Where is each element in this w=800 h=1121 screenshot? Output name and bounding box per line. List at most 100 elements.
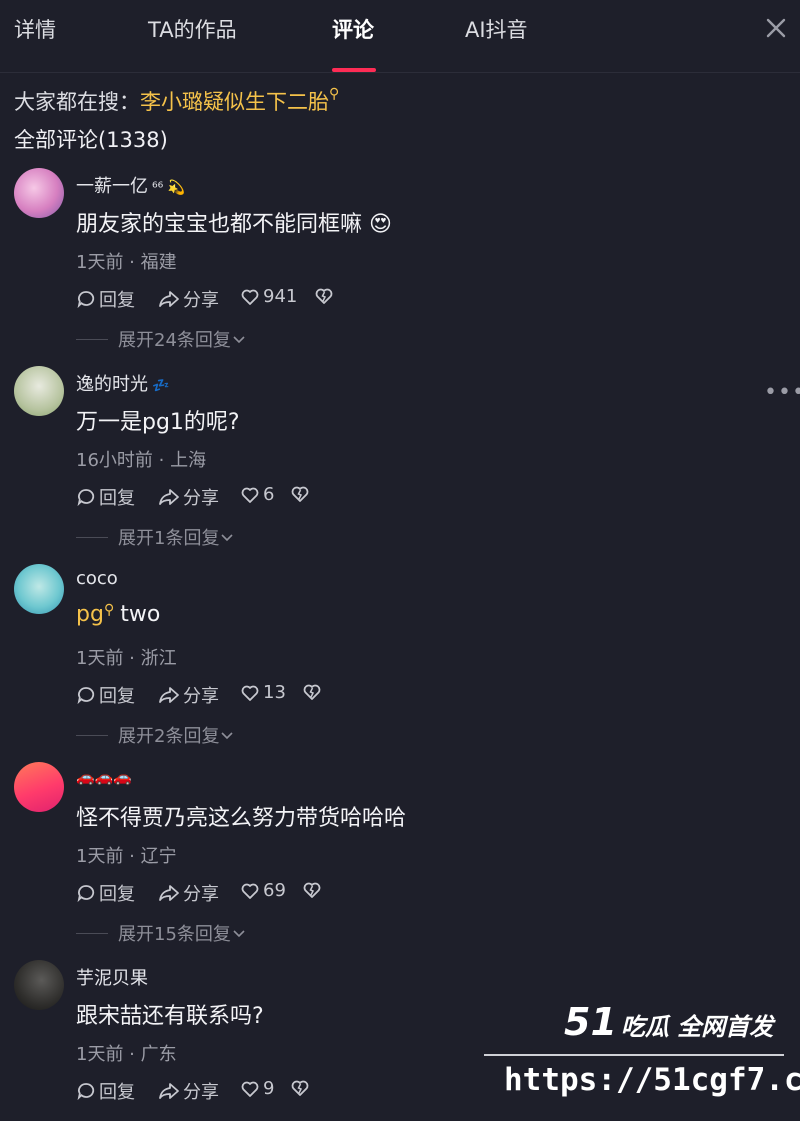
dislike-icon bbox=[303, 882, 321, 898]
expand-replies[interactable]: 展开1条回复 bbox=[76, 524, 235, 550]
chevron-down-icon bbox=[233, 930, 245, 938]
heart-icon bbox=[241, 883, 259, 899]
comment-meta: 1天前 · 辽宁 bbox=[76, 846, 177, 867]
like-count: 69 bbox=[263, 880, 286, 901]
username-badge: ⁶⁶ 💫 bbox=[152, 180, 186, 196]
close-icon[interactable] bbox=[762, 14, 790, 42]
like-count: 13 bbox=[263, 682, 286, 703]
username-badge: 💤 bbox=[152, 378, 170, 394]
reply-icon bbox=[77, 885, 95, 903]
share-icon bbox=[159, 885, 179, 901]
username[interactable]: 逸的时光 💤 bbox=[76, 370, 169, 396]
heart-icon bbox=[241, 1081, 259, 1097]
share-button[interactable]: 分享 bbox=[158, 286, 219, 312]
comment-text: 跟宋喆还有联系吗? bbox=[76, 1004, 264, 1029]
comment-text: 朋友家的宝宝也都不能同框嘛 😍 bbox=[76, 212, 392, 237]
username[interactable]: 一薪一亿 ⁶⁶ 💫 bbox=[76, 172, 185, 198]
share-icon bbox=[159, 1083, 179, 1099]
dislike-button[interactable] bbox=[314, 286, 334, 306]
comment-meta: 1天前 · 广东 bbox=[76, 1044, 177, 1065]
avatar[interactable] bbox=[14, 366, 64, 416]
more-icon[interactable]: ••• bbox=[764, 380, 800, 405]
comment-item: 逸的时光💤 ••• 万一是pg1的呢? 16小时前 · 上海 回复 分享 6 展… bbox=[0, 366, 800, 564]
expand-replies[interactable]: 展开24条回复 bbox=[76, 326, 247, 352]
search-suggestion-keyword[interactable]: 李小璐疑似生下二胎 bbox=[140, 90, 329, 114]
chevron-down-icon bbox=[221, 732, 234, 740]
divider bbox=[76, 932, 108, 934]
watermark-url: https://51cgf7.com bbox=[504, 1062, 800, 1098]
share-button[interactable]: 分享 bbox=[158, 682, 219, 708]
tab-bar: 详情 TA的作品 评论 AI抖音 bbox=[0, 0, 800, 73]
chevron-down-icon bbox=[221, 534, 234, 542]
like-button[interactable]: 13 bbox=[240, 682, 286, 703]
watermark-divider bbox=[484, 1054, 784, 1056]
comment-item: 一薪一亿 ⁶⁶ 💫 朋友家的宝宝也都不能同框嘛 😍 1天前 · 福建 回复 分享 … bbox=[0, 168, 800, 366]
comment-keyword-link[interactable]: pg bbox=[76, 602, 104, 627]
watermark: 51吃瓜 全网首发 https://51cgf7.com bbox=[484, 1000, 800, 1110]
search-icon: ⚲ bbox=[329, 86, 340, 102]
divider bbox=[76, 338, 108, 340]
dislike-icon bbox=[291, 486, 309, 502]
username[interactable]: coco bbox=[76, 568, 118, 589]
tab-details[interactable]: 详情 bbox=[14, 14, 56, 44]
reply-icon bbox=[77, 1083, 95, 1101]
divider bbox=[76, 536, 108, 538]
heart-icon bbox=[241, 487, 259, 503]
like-button[interactable]: 6 bbox=[240, 484, 274, 505]
avatar[interactable] bbox=[14, 564, 64, 614]
like-button[interactable]: 9 bbox=[240, 1078, 274, 1099]
heart-icon bbox=[241, 685, 259, 701]
search-suggestion-prefix: 大家都在搜： bbox=[14, 90, 140, 114]
share-icon bbox=[159, 687, 179, 703]
dislike-icon bbox=[315, 288, 333, 304]
comments-count: 全部评论(1338) bbox=[14, 128, 168, 152]
search-icon: ⚲ bbox=[103, 602, 115, 618]
search-suggestion: 大家都在搜：李小璐疑似生下二胎⚲ bbox=[14, 86, 339, 116]
watermark-logo: 51 吃瓜 全网首发 bbox=[564, 1000, 774, 1044]
reply-button[interactable]: 回复 bbox=[76, 286, 135, 312]
emoji-icon: 😍 bbox=[369, 212, 392, 237]
like-count: 9 bbox=[263, 1078, 275, 1099]
expand-replies[interactable]: 展开2条回复 bbox=[76, 722, 235, 748]
share-icon bbox=[159, 489, 179, 505]
comment-meta: 16小时前 · 上海 bbox=[76, 450, 207, 471]
heart-icon bbox=[241, 289, 259, 305]
like-button[interactable]: 69 bbox=[240, 880, 286, 901]
comment-meta: 1天前 · 福建 bbox=[76, 252, 177, 273]
share-button[interactable]: 分享 bbox=[158, 880, 219, 906]
dislike-button[interactable] bbox=[302, 682, 322, 702]
reply-button[interactable]: 回复 bbox=[76, 880, 135, 906]
share-icon bbox=[159, 291, 179, 307]
share-button[interactable]: 分享 bbox=[158, 484, 219, 510]
dislike-button[interactable] bbox=[290, 484, 310, 504]
avatar[interactable] bbox=[14, 960, 64, 1010]
reply-icon bbox=[77, 687, 95, 705]
avatar[interactable] bbox=[14, 762, 64, 812]
expand-replies[interactable]: 展开15条回复 bbox=[76, 920, 247, 946]
dislike-button[interactable] bbox=[302, 880, 322, 900]
divider bbox=[76, 734, 108, 736]
comment-text: 万一是pg1的呢? bbox=[76, 410, 240, 435]
like-count: 941 bbox=[263, 286, 298, 307]
share-button[interactable]: 分享 bbox=[158, 1078, 219, 1104]
comment-text: 怪不得贾乃亮这么努力带货哈哈哈 bbox=[76, 806, 407, 831]
comment-item: 🚗🚗🚗 怪不得贾乃亮这么努力带货哈哈哈 1天前 · 辽宁 回复 分享 69 展开… bbox=[0, 762, 800, 960]
reply-button[interactable]: 回复 bbox=[76, 682, 135, 708]
comment-text: pg⚲ two bbox=[76, 602, 161, 627]
reply-button[interactable]: 回复 bbox=[76, 1078, 135, 1104]
tab-comments[interactable]: 评论 bbox=[332, 14, 374, 44]
avatar[interactable] bbox=[14, 168, 64, 218]
username[interactable]: 芋泥贝果 bbox=[76, 964, 148, 990]
reply-button[interactable]: 回复 bbox=[76, 484, 135, 510]
dislike-button[interactable] bbox=[290, 1078, 310, 1098]
tab-ai-douyin[interactable]: AI抖音 bbox=[465, 14, 528, 44]
reply-icon bbox=[77, 291, 95, 309]
username[interactable]: 🚗🚗🚗 bbox=[76, 768, 132, 786]
comment-meta: 1天前 · 浙江 bbox=[76, 648, 177, 669]
chevron-down-icon bbox=[233, 336, 245, 344]
dislike-icon bbox=[291, 1080, 309, 1096]
like-count: 6 bbox=[263, 484, 275, 505]
like-button[interactable]: 941 bbox=[240, 286, 297, 307]
tab-works[interactable]: TA的作品 bbox=[148, 14, 237, 44]
comment-item: coco pg⚲ two 1天前 · 浙江 回复 分享 13 展开2条回复 bbox=[0, 564, 800, 762]
